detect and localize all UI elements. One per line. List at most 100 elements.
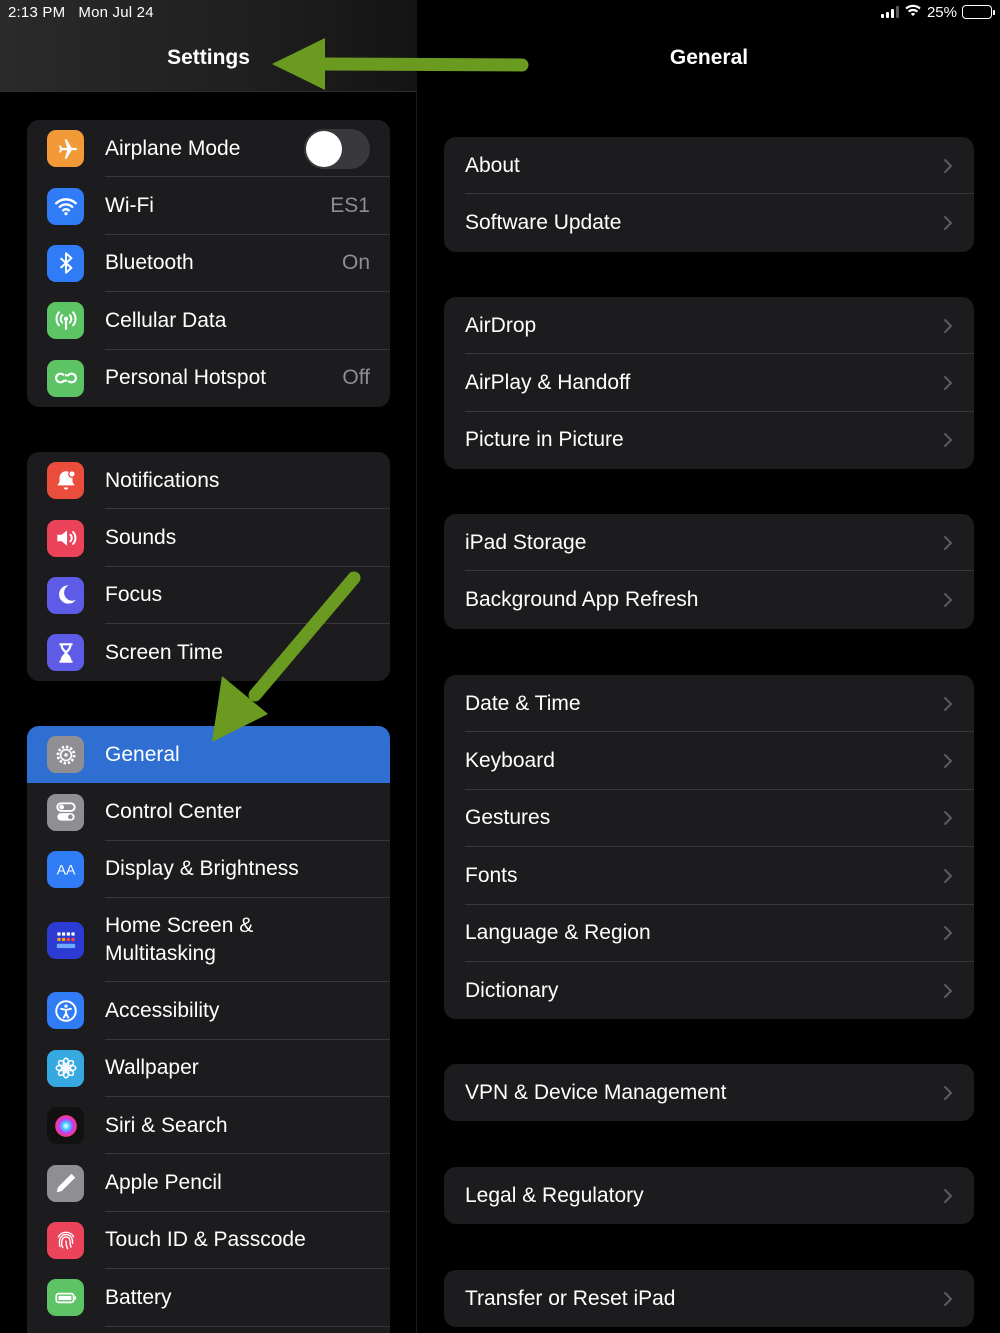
settings-row-fonts[interactable]: Fonts (444, 847, 974, 905)
settings-row-label: Language & Region (465, 921, 651, 945)
status-time: 2:13 PM Mon Jul 24 (8, 4, 154, 21)
fingerprint-icon (47, 1221, 84, 1259)
sidebar-item-label: Display & Brightness (105, 857, 299, 881)
label-line-1: Home Screen & (105, 914, 254, 938)
hourglass-icon (47, 634, 84, 672)
settings-row-airdrop[interactable]: AirDrop (444, 297, 974, 355)
sidebar-item-wallpaper[interactable]: Wallpaper (27, 1040, 390, 1097)
airplane-icon (47, 130, 84, 168)
chevron-right-icon (944, 433, 952, 448)
sidebar-item-label: Focus (105, 583, 163, 607)
sidebar-item-label: Notifications (105, 468, 220, 492)
settings-row-keyboard[interactable]: Keyboard (444, 732, 974, 790)
settings-row-airplay-and-handoff[interactable]: AirPlay & Handoff (444, 354, 974, 412)
sidebar-item-bluetooth[interactable]: Bluetooth On (27, 235, 390, 293)
svg-text:AA: AA (56, 862, 75, 878)
sidebar-item-label: Touch ID & Passcode (105, 1228, 306, 1252)
chevron-right-icon (944, 216, 952, 231)
settings-row-ipad-storage[interactable]: iPad Storage (444, 514, 974, 572)
chevron-right-icon (944, 376, 952, 391)
sidebar-item-apple-pencil[interactable]: Apple Pencil (27, 1154, 390, 1212)
settings-row-transfer-or-reset-ipad[interactable]: Transfer or Reset iPad (444, 1270, 974, 1327)
settings-group: Transfer or Reset iPad (444, 1270, 974, 1328)
chevron-right-icon (944, 593, 952, 608)
settings-row-label: iPad Storage (465, 530, 587, 554)
sidebar-item-personal-hotspot[interactable]: Personal Hotspot Off (27, 350, 390, 407)
settings-row-label: Dictionary (465, 978, 559, 1002)
sidebar-item-label: Battery (105, 1285, 172, 1309)
antenna-icon (47, 302, 84, 340)
sidebar-item-wifi[interactable]: Wi-Fi ES1 (27, 177, 390, 235)
notifications-group: Notifications Sounds Focus Screen Time (27, 452, 390, 681)
settings-group: iPad Storage Background App Refresh (444, 514, 974, 629)
sidebar-item-label: Personal Hotspot (105, 366, 267, 390)
sidebar-item-label: General (105, 742, 180, 766)
settings-row-background-app-refresh[interactable]: Background App Refresh (444, 571, 974, 628)
cellular-signal-icon (880, 6, 899, 18)
sidebar-item-airplane-mode[interactable]: Airplane Mode (27, 120, 390, 178)
chevron-right-icon (944, 868, 952, 883)
chevron-right-icon (944, 754, 952, 769)
settings-row-label: VPN & Device Management (465, 1080, 727, 1104)
status-date: Mon Jul 24 (78, 4, 154, 21)
wifi-icon (47, 187, 84, 225)
switches-icon (47, 793, 84, 831)
settings-row-picture-in-picture[interactable]: Picture in Picture (444, 412, 974, 469)
settings-row-gestures[interactable]: Gestures (444, 790, 974, 848)
sidebar-item-label: Sounds (105, 526, 177, 550)
speaker-icon (47, 519, 84, 557)
sidebar-item-label: Wi-Fi (105, 194, 154, 218)
chevron-right-icon (944, 983, 952, 998)
gear-icon (47, 736, 84, 774)
settings-group: About Software Update (444, 137, 974, 252)
settings-group: Date & Time Keyboard Gestures Fonts Language… (444, 675, 974, 1020)
general-group: General Control Center AA Display & Brig… (27, 726, 390, 1333)
sidebar-item-cellular-data[interactable]: Cellular Data (27, 292, 390, 350)
settings-row-date-and-time[interactable]: Date & Time (444, 675, 974, 733)
sidebar-item-siri-search[interactable]: Siri & Search (27, 1097, 390, 1155)
sidebar-item-label: Bluetooth (105, 251, 194, 275)
sidebar-item-label: Control Center (105, 800, 242, 824)
settings-row-language-and-region[interactable]: Language & Region (444, 905, 974, 962)
chevron-right-icon (944, 1085, 952, 1100)
siri-icon (47, 1107, 84, 1145)
home-grid-icon (47, 921, 84, 959)
separator (105, 1325, 390, 1327)
label-line-2: Multitasking (105, 942, 216, 966)
sidebar-item-screen-time[interactable]: Screen Time (27, 624, 390, 681)
settings-row-label: Software Update (465, 211, 622, 235)
settings-row-software-update[interactable]: Software Update (444, 194, 974, 251)
settings-row-vpn-and-device-management[interactable]: VPN & Device Management (444, 1064, 974, 1121)
settings-row-label: Fonts (465, 863, 518, 887)
sidebar-item-label: Wallpaper (105, 1056, 199, 1080)
chevron-right-icon (944, 318, 952, 333)
settings-row-dictionary[interactable]: Dictionary (444, 962, 974, 1019)
sidebar-item-focus[interactable]: Focus (27, 567, 390, 625)
chevron-right-icon (944, 926, 952, 941)
toggle-knob (306, 130, 342, 167)
settings-row-legal-and-regulatory[interactable]: Legal & Regulatory (444, 1167, 974, 1224)
sidebar-item-label: Screen Time (105, 640, 223, 664)
settings-row-label: Legal & Regulatory (465, 1183, 644, 1207)
bell-icon (47, 462, 84, 500)
airplane-mode-toggle[interactable] (304, 128, 370, 169)
sidebar-item-touch-id[interactable]: Touch ID & Passcode (27, 1212, 390, 1270)
sidebar-item-general[interactable]: General (27, 726, 390, 784)
chevron-right-icon (944, 1188, 952, 1203)
sidebar-item-accessibility[interactable]: Accessibility (27, 982, 390, 1040)
sidebar-item-sounds[interactable]: Sounds (27, 509, 390, 567)
sidebar-item-display-brightness[interactable]: AA Display & Brightness (27, 841, 390, 899)
status-indicators: 25% (880, 3, 995, 21)
sidebar-item-notifications[interactable]: Notifications (27, 452, 390, 510)
chevron-right-icon (944, 1291, 952, 1306)
settings-group: VPN & Device Management (444, 1064, 974, 1122)
sidebar-item-control-center[interactable]: Control Center (27, 783, 390, 841)
page-title: General (669, 46, 749, 69)
sidebar-item-home-screen[interactable]: Home Screen & Multitasking (27, 898, 390, 983)
sidebar-item-battery[interactable]: Battery (27, 1269, 390, 1327)
settings-row-about[interactable]: About (444, 137, 974, 195)
ipad-screen: Settings Airplane Mode Wi-Fi ES1 Bluetoo… (0, 0, 1000, 1333)
connectivity-group: Airplane Mode Wi-Fi ES1 Bluetooth On Cel… (27, 120, 390, 407)
bluetooth-status-value: On (341, 251, 370, 275)
settings-group: AirDrop AirPlay & Handoff Picture in Pictu… (444, 297, 974, 470)
